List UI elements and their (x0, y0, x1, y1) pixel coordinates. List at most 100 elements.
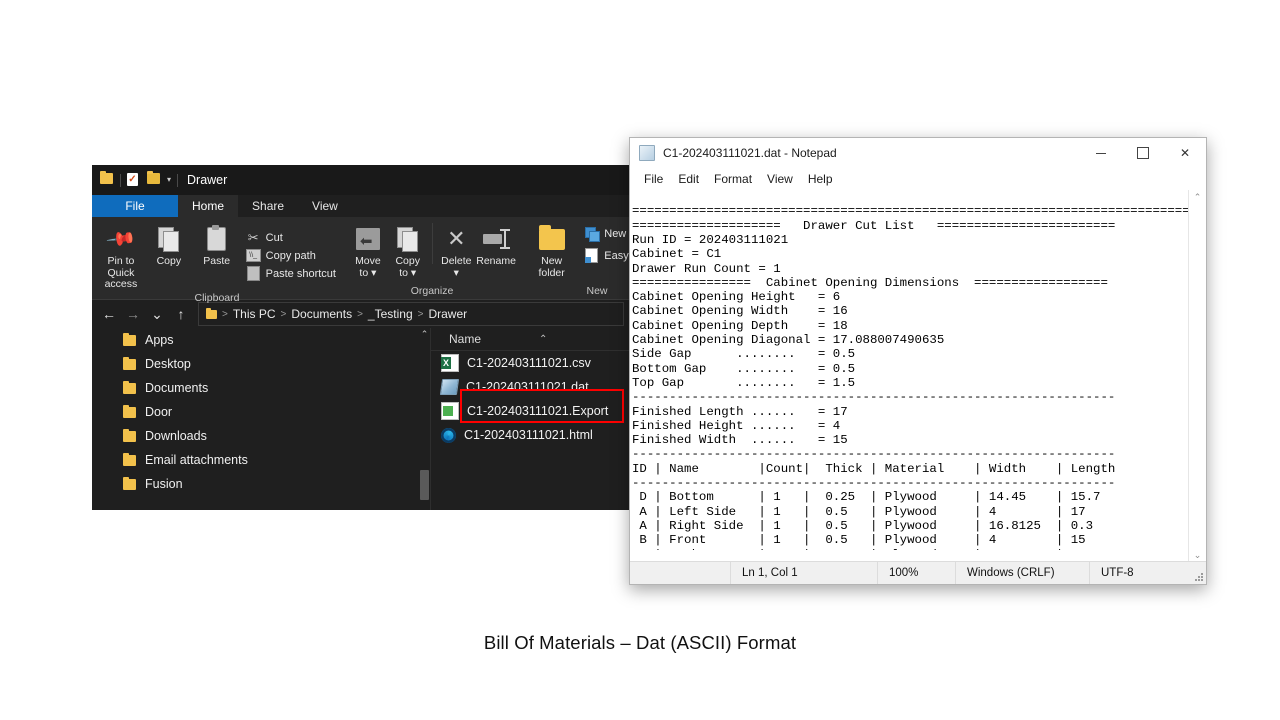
file-name: C1-202403111021.html (464, 428, 593, 442)
tab-file[interactable]: File (92, 195, 178, 217)
minimize-button[interactable] (1080, 138, 1122, 168)
folder-icon[interactable] (100, 171, 114, 187)
status-spacer (630, 562, 730, 584)
menu-edit[interactable]: Edit (671, 169, 706, 189)
delete-label1: Delete (441, 255, 472, 267)
sidebar-item-desktop[interactable]: Desktop (92, 352, 430, 376)
group-label-new: New (586, 285, 608, 297)
status-zoom-level[interactable]: 100% (877, 562, 955, 584)
notepad-window[interactable]: C1-202403111021.dat - Notepad ✕ File Edi… (629, 137, 1207, 585)
ribbon-tabs[interactable]: File Home Share View (92, 195, 630, 217)
recent-locations-button[interactable]: ⌄ (146, 303, 168, 325)
scroll-up-icon[interactable]: ⌃ (419, 328, 430, 341)
copy-to-icon (396, 224, 419, 254)
group-label-clipboard: Clipboard (194, 291, 240, 304)
file-explorer-window[interactable]: ✓ ▾ Drawer File Home Share View 📌 Pin to… (92, 165, 630, 510)
sidebar-item-apps[interactable]: Apps (92, 328, 430, 352)
tab-view[interactable]: View (298, 195, 352, 217)
notepad-content[interactable]: ========================================… (630, 202, 1188, 549)
rename-button[interactable]: Rename (476, 221, 516, 284)
breadcrumb-this-pc[interactable]: This PC (233, 307, 276, 321)
new-folder-button[interactable]: New folder (528, 221, 575, 284)
sort-indicator-icon[interactable]: ⌃ (539, 334, 547, 345)
sidebar-item-label: Email attachments (145, 453, 248, 467)
breadcrumb-drawer[interactable]: Drawer (428, 307, 467, 321)
column-header-name[interactable]: Name (449, 332, 481, 346)
file-name: C1-202403111021.csv (467, 356, 591, 370)
sidebar-item-label: Door (145, 405, 173, 419)
close-button[interactable]: ✕ (1164, 138, 1206, 168)
figure-caption: Bill Of Materials – Dat (ASCII) Format (483, 632, 797, 653)
delete-button[interactable]: ✕ Delete ▾ (436, 221, 476, 284)
paste-shortcut-button[interactable]: Paste shortcut (246, 266, 336, 282)
menu-file[interactable]: File (637, 169, 670, 189)
new-folder-icon (538, 224, 565, 254)
navigation-pane[interactable]: Apps Desktop Documents Door Downloads Em… (92, 328, 431, 510)
file-row-html[interactable]: C1-202403111021.html (431, 423, 630, 447)
file-list-header[interactable]: Name ⌃ (431, 328, 630, 351)
folder-icon (123, 476, 136, 490)
copy-path-button[interactable]: \\_ Copy path (245, 248, 336, 263)
new-item-label: New item ▾ (604, 228, 630, 240)
move-to-icon: ⬅ (355, 224, 380, 254)
paste-button[interactable]: Paste (194, 221, 240, 291)
window-controls[interactable]: ✕ (1080, 138, 1206, 168)
maximize-button[interactable] (1122, 138, 1164, 168)
new-folder-label2: folder (538, 266, 565, 279)
scissors-icon: ✂ (247, 230, 259, 246)
menu-format[interactable]: Format (707, 169, 759, 189)
tab-share[interactable]: Share (238, 195, 298, 217)
scroll-up-icon[interactable]: ⌃ (1194, 192, 1202, 202)
resize-grip-icon[interactable] (1190, 566, 1204, 581)
copy-button[interactable]: Copy (146, 221, 192, 291)
easy-access-button[interactable]: Easy access (584, 248, 630, 263)
paste-shortcut-label: Paste shortcut (265, 267, 336, 280)
notepad-text-area[interactable]: ========================================… (630, 190, 1206, 562)
pin-label-line2: access (104, 278, 138, 290)
explorer-body: Apps Desktop Documents Door Downloads Em… (92, 328, 630, 510)
chevron-down-icon[interactable]: ▾ (167, 176, 171, 184)
scrollbar-thumb[interactable] (420, 470, 429, 500)
sidebar-item-email-attachments[interactable]: Email attachments (92, 448, 430, 472)
csv-file-icon (441, 354, 459, 372)
explorer-title-bar[interactable]: ✓ ▾ Drawer (92, 165, 630, 195)
breadcrumb-documents[interactable]: Documents (291, 307, 352, 321)
menu-view[interactable]: View (760, 169, 800, 189)
tab-home[interactable]: Home (178, 195, 239, 217)
notepad-title: C1-202403111021.dat - Notepad (663, 146, 837, 160)
file-row-export[interactable]: C1-202403111021.Export (431, 399, 630, 423)
move-to-button[interactable]: ⬅ Move to ▾ (348, 221, 388, 284)
new-folder-icon[interactable] (147, 171, 161, 187)
sidebar-item-label: Fusion (145, 477, 183, 491)
new-item-button[interactable]: New item ▾ (584, 226, 630, 242)
toolbar-divider (120, 173, 121, 187)
menu-help[interactable]: Help (801, 169, 840, 189)
html-file-icon (441, 427, 456, 443)
new-folder-label1: New (541, 255, 563, 267)
pin-icon: 📌 (105, 223, 137, 255)
back-button[interactable]: ← (98, 303, 120, 325)
copy-to-button[interactable]: Copy to ▾ (388, 221, 428, 284)
pin-to-quick-access-button[interactable]: 📌 Pin to Quick access (98, 221, 144, 291)
sidebar-item-documents[interactable]: Documents (92, 376, 430, 400)
sidebar-item-downloads[interactable]: Downloads (92, 424, 430, 448)
breadcrumb-testing[interactable]: _Testing (368, 307, 413, 321)
breadcrumb-sep-2: > (357, 308, 363, 320)
notepad-menu-bar[interactable]: File Edit Format View Help (630, 168, 1206, 191)
scroll-down-icon[interactable]: ⌄ (1194, 550, 1202, 560)
sidebar-item-door[interactable]: Door (92, 400, 430, 424)
cut-button[interactable]: ✂ Cut (246, 230, 336, 245)
sidebar-item-fusion[interactable]: Fusion (92, 472, 430, 496)
up-button[interactable]: ↑ (170, 303, 192, 325)
properties-icon[interactable]: ✓ (127, 173, 141, 187)
notepad-vertical-scrollbar[interactable]: ⌃ ⌄ (1188, 190, 1206, 562)
forward-button[interactable]: → (122, 303, 144, 325)
file-row-dat[interactable]: C1-202403111021.dat (431, 375, 630, 399)
navigation-scrollbar[interactable]: ⌃ (419, 328, 430, 510)
breadcrumb[interactable]: > This PC > Documents > _Testing > Drawe… (198, 302, 624, 326)
new-item-icon (584, 226, 600, 242)
file-row-csv[interactable]: C1-202403111021.csv (431, 351, 630, 375)
file-list-pane[interactable]: Name ⌃ C1-202403111021.csv C1-2024031110… (431, 328, 630, 510)
ribbon[interactable]: 📌 Pin to Quick access Copy Paste ✂ Cut \… (92, 217, 630, 304)
notepad-title-bar[interactable]: C1-202403111021.dat - Notepad ✕ (630, 138, 1206, 168)
